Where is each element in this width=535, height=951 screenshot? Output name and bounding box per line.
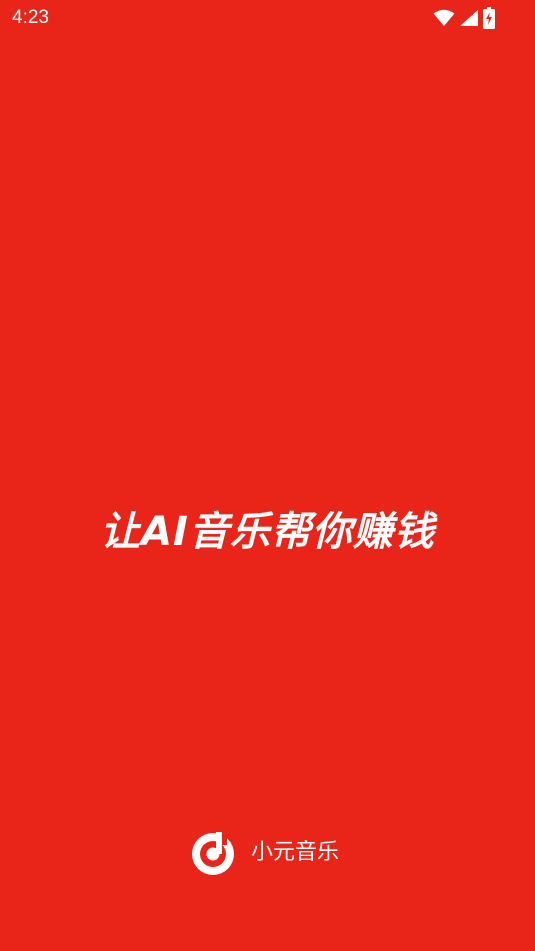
status-time: 4:23 bbox=[12, 7, 49, 28]
splash-screen: 4:23 让AI音乐帮你赚钱 小元音乐 bbox=[0, 0, 535, 951]
brand-lockup: 小元音乐 bbox=[191, 831, 339, 875]
music-note-disc-icon bbox=[191, 830, 237, 876]
wifi-icon bbox=[433, 9, 455, 27]
battery-charging-icon bbox=[483, 7, 495, 29]
status-bar: 4:23 bbox=[0, 0, 535, 36]
slogan-text: 让AI音乐帮你赚钱 bbox=[100, 509, 435, 555]
brand-name: 小元音乐 bbox=[251, 840, 340, 865]
cellular-signal-icon bbox=[459, 9, 479, 27]
status-icons bbox=[433, 7, 495, 29]
